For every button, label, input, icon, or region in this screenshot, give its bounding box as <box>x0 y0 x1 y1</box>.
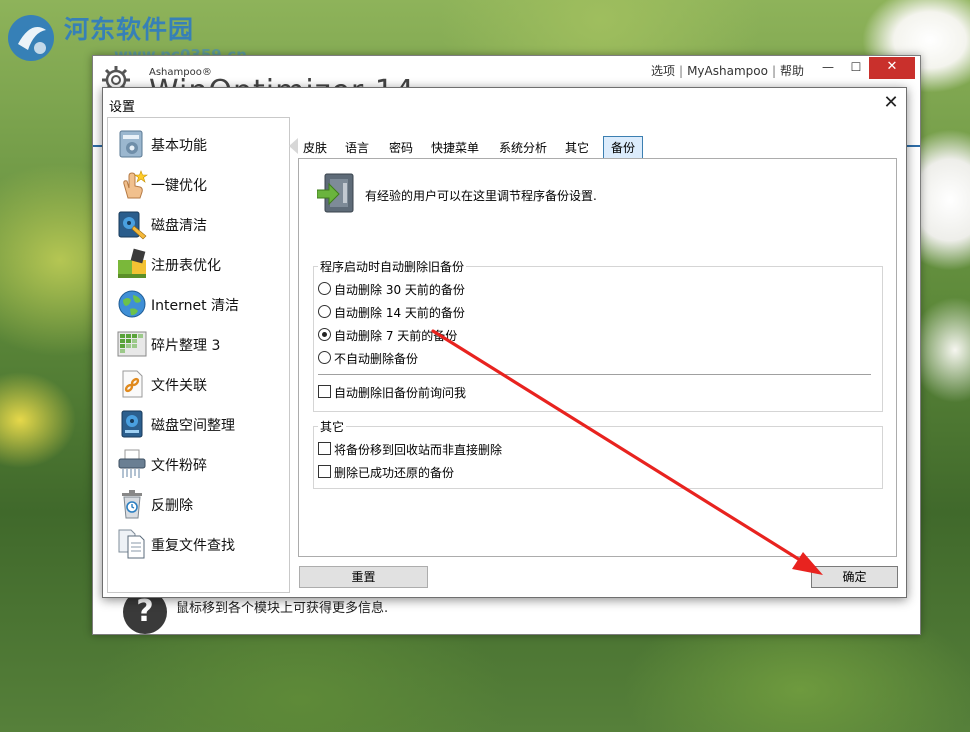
sidebar-item-label: 文件关联 <box>151 378 207 394</box>
option-label: 不自动删除备份 <box>334 352 419 366</box>
tab-skin[interactable]: 皮肤 <box>299 136 331 159</box>
watermark: 河东软件园 www.pc0359.cn <box>4 6 264 64</box>
sidebar-selection-arrow <box>289 138 298 154</box>
checkbox[interactable] <box>318 385 331 398</box>
duplicate-files-icon <box>116 528 148 560</box>
sidebar-item-label: 重复文件查找 <box>151 538 235 554</box>
file-link-icon <box>116 368 148 400</box>
one-click-icon <box>116 168 148 200</box>
options-link[interactable]: 选项 <box>651 64 675 78</box>
checkbox[interactable] <box>318 465 331 478</box>
safe-arrow-icon <box>316 172 355 216</box>
sidebar-item-internet[interactable]: Internet 清洁 <box>114 286 286 322</box>
option-label: 自动删除 14 天前的备份 <box>334 306 465 320</box>
option-label: 将备份移到回收站而非直接删除 <box>334 443 503 457</box>
ok-button[interactable]: 确定 <box>811 566 898 588</box>
settings-sidebar: 基本功能 一键优化 磁盘清洁 注册表优化 Internet 清洁 碎片整理 3 … <box>107 117 298 593</box>
panel-description: 有经验的用户可以在这里调节程序备份设置. <box>365 189 597 203</box>
option-label: 自动删除旧备份前询问我 <box>334 386 467 400</box>
sidebar-item-label: 基本功能 <box>151 138 207 154</box>
other-group: 其它 将备份移到回收站而非直接删除 删除已成功还原的备份 <box>313 418 883 489</box>
tab-password[interactable]: 密码 <box>385 136 417 159</box>
reset-button[interactable]: 重置 <box>299 566 428 588</box>
link-separator: | <box>771 64 776 78</box>
help-link[interactable]: 帮助 <box>780 64 804 78</box>
sidebar-item-label: 文件粉碎 <box>151 458 207 474</box>
sidebar-item-registry[interactable]: 注册表优化 <box>114 246 286 282</box>
tab-context-menu[interactable]: 快捷菜单 <box>427 136 483 159</box>
auto-delete-group: 程序启动时自动删除旧备份 自动删除 30 天前的备份 自动删除 14 天前的备份… <box>313 258 883 412</box>
disk-cleaner-icon <box>116 208 148 240</box>
sidebar-item-label: 磁盘空间整理 <box>151 418 235 434</box>
backup-settings-panel: 有经验的用户可以在这里调节程序备份设置. 程序启动时自动删除旧备份 自动删除 3… <box>298 158 897 557</box>
link-separator: | <box>679 64 684 78</box>
app-top-links: 选项 | MyAshampoo | 帮助 <box>651 62 804 79</box>
tab-language[interactable]: 语言 <box>341 136 373 159</box>
sidebar-item-disk-cleaner[interactable]: 磁盘清洁 <box>114 206 286 242</box>
undelete-icon <box>116 488 148 520</box>
sidebar-item-label: 反删除 <box>151 498 193 514</box>
watermark-title: 河东软件园 <box>64 15 195 44</box>
tab-backup[interactable]: 备份 <box>603 136 643 159</box>
sidebar-item-basic[interactable]: 基本功能 <box>114 126 286 162</box>
option-label: 自动删除 7 天前的备份 <box>334 329 458 343</box>
checkbox[interactable] <box>318 442 331 455</box>
maximize-button[interactable]: ☐ <box>841 57 871 79</box>
shredder-icon <box>116 448 148 480</box>
radio-button[interactable] <box>318 351 331 364</box>
app-close-button[interactable]: ✕ <box>869 57 915 79</box>
defrag-icon <box>116 328 148 360</box>
sidebar-item-duplicates[interactable]: 重复文件查找 <box>114 526 286 562</box>
sidebar-item-defrag[interactable]: 碎片整理 3 <box>114 326 286 362</box>
status-hint: 鼠标移到各个模块上可获得更多信息. <box>176 601 389 616</box>
radio-button[interactable] <box>318 305 331 318</box>
disk-space-icon <box>116 408 148 440</box>
settings-dialog: 设置 ✕ 基本功能 一键优化 磁盘清洁 注册表优化 Internet 清洁 碎片… <box>102 87 907 598</box>
sidebar-item-label: 碎片整理 3 <box>151 338 221 354</box>
registry-icon <box>116 248 148 280</box>
sidebar-item-file-assoc[interactable]: 文件关联 <box>114 366 286 402</box>
group-title: 程序启动时自动删除旧备份 <box>318 258 467 275</box>
sidebar-item-undelete[interactable]: 反删除 <box>114 486 286 522</box>
sidebar-item-label: 磁盘清洁 <box>151 218 207 234</box>
radio-button[interactable] <box>318 282 331 295</box>
group-title: 其它 <box>318 418 347 435</box>
globe-icon <box>116 288 148 320</box>
dialog-title: 设置 <box>109 100 136 115</box>
sidebar-item-label: Internet 清洁 <box>151 298 240 314</box>
myashampoo-link[interactable]: MyAshampoo <box>687 64 768 78</box>
radio-button-selected[interactable] <box>318 328 331 341</box>
close-icon[interactable]: ✕ <box>879 92 903 116</box>
tab-other[interactable]: 其它 <box>561 136 593 159</box>
sidebar-item-one-click[interactable]: 一键优化 <box>114 166 286 202</box>
tab-system-analysis[interactable]: 系统分析 <box>495 136 551 159</box>
sidebar-item-label: 一键优化 <box>151 178 207 194</box>
sidebar-item-label: 注册表优化 <box>151 258 221 274</box>
watermark-logo-icon <box>8 15 54 61</box>
sidebar-item-shredder[interactable]: 文件粉碎 <box>114 446 286 482</box>
option-label: 自动删除 30 天前的备份 <box>334 283 465 297</box>
sidebar-item-disk-space[interactable]: 磁盘空间整理 <box>114 406 286 442</box>
option-label: 删除已成功还原的备份 <box>334 466 455 480</box>
group-divider <box>318 374 871 375</box>
minimize-button[interactable]: — <box>813 57 843 79</box>
settings-icon <box>116 128 148 160</box>
